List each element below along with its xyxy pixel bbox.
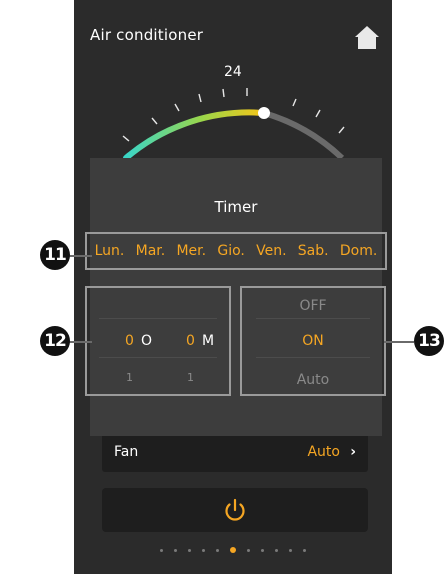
mode-off[interactable]: OFF	[242, 298, 384, 314]
fan-row[interactable]: Fan Auto ›	[102, 436, 368, 472]
mode-picker[interactable]: OFF ON Auto	[240, 286, 386, 396]
hours-label: O	[141, 333, 153, 349]
picker-divider	[99, 357, 217, 358]
day-dom[interactable]: Dom.	[340, 243, 377, 259]
page-dot[interactable]	[247, 548, 250, 552]
fan-value: Auto	[307, 444, 340, 460]
device-screen: Air conditioner 24 Timer Lun. Mar. Mer. …	[74, 0, 392, 574]
page-dot[interactable]	[289, 548, 292, 552]
hours-value[interactable]: 0	[125, 333, 134, 349]
mode-on[interactable]: ON	[242, 333, 384, 349]
days-selector: Lun. Mar. Mer. Gio. Ven. Sab. Dom.	[85, 232, 387, 270]
picker-divider	[256, 318, 370, 319]
page-dot[interactable]	[160, 548, 163, 552]
temperature-dial[interactable]	[74, 0, 392, 180]
picker-divider	[99, 318, 217, 319]
power-icon	[225, 498, 245, 521]
day-gio[interactable]: Gio.	[217, 243, 245, 259]
callout-mode: 13	[414, 326, 444, 356]
page-dot[interactable]	[202, 548, 205, 552]
callout-time: 12	[40, 326, 70, 356]
picker-divider	[256, 357, 370, 358]
fan-label: Fan	[114, 444, 139, 460]
day-mar[interactable]: Mar.	[136, 243, 166, 259]
page-dot[interactable]	[174, 548, 177, 552]
chevron-right-icon: ›	[350, 444, 356, 460]
minutes-next[interactable]: 1	[187, 371, 194, 384]
minutes-value[interactable]: 0	[186, 333, 195, 349]
time-picker[interactable]: 0 O 0 M 1 1	[85, 286, 231, 396]
timer-dialog: Timer Lun. Mar. Mer. Gio. Ven. Sab. Dom.…	[85, 158, 387, 436]
callout-days: 11	[40, 240, 70, 270]
day-lun[interactable]: Lun.	[95, 243, 125, 259]
power-button[interactable]	[102, 488, 368, 532]
day-mer[interactable]: Mer.	[176, 243, 206, 259]
page-indicator	[74, 546, 392, 554]
callout-line	[68, 341, 92, 343]
page-dot-active[interactable]	[230, 547, 236, 553]
page-dot[interactable]	[216, 548, 219, 552]
timer-title: Timer	[214, 198, 258, 216]
page-dot[interactable]	[275, 548, 278, 552]
minutes-label: M	[202, 333, 215, 349]
setpoint-value: 24	[224, 64, 242, 80]
mode-auto[interactable]: Auto	[242, 372, 384, 388]
page-dot[interactable]	[261, 548, 264, 552]
callout-line	[68, 255, 92, 257]
day-ven[interactable]: Ven.	[256, 243, 286, 259]
hours-next[interactable]: 1	[126, 371, 133, 384]
page-dot[interactable]	[303, 548, 306, 552]
day-sab[interactable]: Sab.	[298, 243, 329, 259]
page-dot[interactable]	[188, 548, 191, 552]
callout-line	[384, 341, 414, 343]
